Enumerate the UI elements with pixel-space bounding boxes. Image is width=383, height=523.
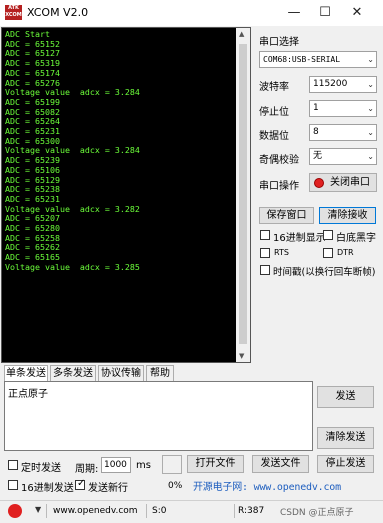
openedv-link[interactable]: 开源电子网: www.openedv.com [193,478,341,493]
send-newline-checkbox[interactable]: ✓ [75,478,86,490]
close-port-label: 关闭串口 [330,177,370,188]
parity-select[interactable]: 无 ⌄ [309,148,377,165]
stop-bits-select[interactable]: 1 ⌄ [309,100,377,117]
scroll-up-icon[interactable]: ▲ [239,30,244,38]
chevron-down-icon: ⌄ [367,55,374,64]
tab-help[interactable]: 帮助 [146,365,174,381]
divider [146,504,147,518]
csdn-watermark: CSDN @正点原子 [280,508,354,518]
timestamp-checkbox[interactable] [260,265,270,275]
parity-value: 无 [313,151,323,161]
ms-label: ms [136,460,151,471]
dtr-checkbox[interactable] [323,248,333,258]
port-op-label: 串口操作 [259,181,299,192]
period-label: 周期: [75,464,99,475]
save-window-button[interactable]: 保存窗口 [259,207,314,224]
rts-label: RTS [274,248,289,257]
maximize-icon[interactable]: ☐ [314,4,336,22]
timed-send-label: 定时发送 [21,463,61,474]
data-bits-value: 8 [313,127,319,137]
period-input[interactable]: 1000 [101,457,131,473]
scroll-down-icon[interactable]: ▼ [239,352,244,360]
close-icon[interactable]: ✕ [346,4,368,22]
chevron-down-icon: ⌄ [367,104,374,113]
port-value: COM68:USB-SERIAL [263,55,341,64]
data-bits-label: 数据位 [259,131,289,142]
receive-count: R:387 [238,506,265,516]
divider [234,504,235,518]
send-file-button[interactable]: 发送文件 [252,455,309,473]
chevron-down-icon: ⌄ [367,152,374,161]
chevron-down-icon[interactable]: ▼ [35,505,41,514]
open-file-button[interactable]: 打开文件 [187,455,244,473]
white-bg-checkbox[interactable] [323,230,333,240]
window-title: XCOM V2.0 [27,6,89,19]
tab-multi-send[interactable]: 多条发送 [50,365,96,381]
progress-label: 0% [168,481,183,491]
rts-checkbox[interactable] [260,248,270,258]
port-select[interactable]: COM68:USB-SERIAL ⌄ [259,51,377,68]
timed-send-checkbox[interactable] [8,460,18,470]
app-logo: ATK XCOM [5,5,22,20]
send-button[interactable]: 发送 [317,386,374,408]
file-preview-box [162,455,182,474]
baud-value: 115200 [313,79,348,89]
send-textarea[interactable]: 正点原子 [4,381,313,451]
checkmark-icon: ✓ [77,478,86,489]
parity-label: 奇偶校验 [259,155,299,166]
port-label: 串口选择 [259,37,299,48]
hex-send-checkbox[interactable] [8,480,18,490]
tab-protocol[interactable]: 协议传输 [98,365,144,381]
baud-select[interactable]: 115200 ⌄ [309,76,377,93]
baud-label: 波特率 [259,82,289,93]
hex-display-checkbox[interactable] [260,230,270,240]
stop-bits-value: 1 [313,103,319,113]
terminal-scrollbar[interactable]: ▲ ▼ [236,28,250,362]
settings-gear-icon[interactable] [8,504,22,518]
chevron-down-icon: ⌄ [367,128,374,137]
send-count: S:0 [152,506,167,516]
status-url[interactable]: www.openedv.com [53,506,138,516]
receive-terminal[interactable]: ADC Start ADC = 65152 ADC = 65127 ADC = … [1,27,251,363]
chevron-down-icon: ⌄ [367,80,374,89]
hex-display-label: 16进制显示 [273,233,326,244]
stop-send-button[interactable]: 停止发送 [317,455,374,473]
dtr-label: DTR [337,248,354,257]
divider [46,504,47,518]
send-newline-label: 发送新行 [88,483,128,494]
timestamp-label: 时间戳(以换行回车断帧) [273,267,376,278]
minimize-icon[interactable]: — [283,4,305,22]
clear-send-button[interactable]: 清除发送 [317,427,374,449]
close-port-button[interactable]: 关闭串口 [309,173,377,192]
tab-single-send[interactable]: 单条发送 [4,365,48,381]
port-status-icon [314,178,324,188]
hex-send-label: 16进制发送 [21,483,74,494]
stop-bits-label: 停止位 [259,107,289,118]
data-bits-select[interactable]: 8 ⌄ [309,124,377,141]
white-bg-label: 白底黑字 [336,233,376,244]
clear-receive-button[interactable]: 清除接收 [319,207,376,224]
